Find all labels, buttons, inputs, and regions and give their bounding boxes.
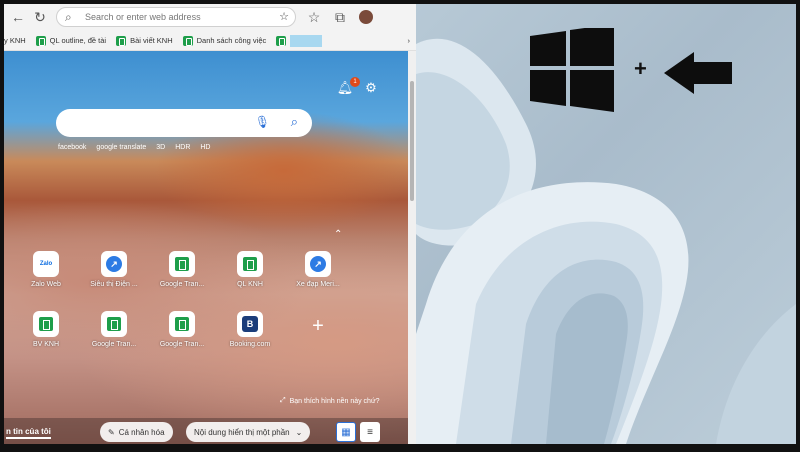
sheets-icon (237, 251, 263, 277)
quick-link-label: Zalo Web (31, 281, 61, 288)
sheets-icon (182, 35, 193, 46)
settings-icon[interactable]: ⚙ (362, 79, 380, 97)
sheets-icon (35, 35, 46, 46)
quick-link-tile[interactable]: Zalo Zalo Web (18, 251, 74, 301)
browser-toolbar: ← ↻ ⌕ Search or enter web address ☆ ☆ ⧉ (4, 4, 416, 30)
new-tab-page: 🔔︎ 1 ⚙ 🎙︎ ⌕ facebook google translate 3D… (4, 51, 416, 444)
left-arrow-icon (664, 52, 732, 94)
search-suggestions: facebook google translate 3D HDR HD (58, 144, 211, 151)
profile-avatar[interactable] (356, 7, 376, 27)
search-icon: ⌕ (65, 9, 72, 24)
bike-icon: ↗ (305, 251, 331, 277)
suggestion-link[interactable]: HDR (175, 144, 190, 151)
web-search-box[interactable]: 🎙︎ ⌕ (56, 109, 312, 137)
bookmarks-bar: y KNH QL outline, đề tài Bài viết KNH Da… (4, 31, 416, 51)
add-quick-link-button[interactable]: + (290, 313, 346, 363)
bookmark-item[interactable]: Danh sách công việc (182, 35, 267, 46)
back-icon[interactable]: ← (8, 7, 28, 27)
add-favorite-icon[interactable]: ☆ (279, 10, 289, 23)
quick-link-tile[interactable]: QL KNH (222, 251, 278, 301)
personalize-button[interactable]: ✎ Cá nhân hóa (100, 422, 173, 442)
bookmark-item[interactable]: Bài viết KNH (116, 35, 173, 46)
favorites-icon[interactable]: ☆ (304, 7, 324, 27)
quick-link-tile[interactable]: ↗ Xe đạp Meri... (290, 251, 346, 301)
suggestion-link[interactable]: HD (200, 144, 210, 151)
quick-link-label: Xe đạp Meri... (296, 281, 340, 288)
sheets-icon (169, 251, 195, 277)
quick-link-label: Google Tran... (159, 281, 205, 288)
bookmark-label: y KNH (4, 36, 26, 45)
quick-link-label: BV KNH (32, 341, 60, 348)
bookmark-label: QL outline, đề tài (49, 36, 107, 45)
list-view-icon[interactable]: ≡ (360, 422, 380, 442)
bookmark-item[interactable]: QL outline, đề tài (35, 35, 107, 46)
sheets-icon (169, 311, 195, 337)
bike-icon: ↗ (101, 251, 127, 277)
bookmark-item[interactable] (276, 34, 326, 47)
quick-link-tile[interactable]: ↗ Siêu thị Điện ... (86, 251, 142, 301)
quick-link-label: Google Tran... (159, 341, 205, 348)
chevron-up-icon[interactable]: ⌃ (334, 229, 342, 240)
address-bar[interactable]: ⌕ Search or enter web address ☆ (56, 7, 296, 27)
desktop-wallpaper: + (416, 4, 796, 444)
windows-logo-icon (530, 28, 614, 112)
personalize-label: Cá nhân hóa (118, 427, 165, 437)
chevron-down-icon: ⌄ (295, 427, 303, 437)
suggestion-link[interactable]: google translate (96, 144, 146, 151)
browser-window: ← ↻ ⌕ Search or enter web address ☆ ☆ ⧉ … (4, 4, 416, 444)
refresh-icon[interactable]: ↻ (30, 7, 50, 27)
pencil-icon: ✎ (108, 427, 115, 437)
scrollbar-thumb[interactable] (410, 81, 414, 201)
quick-link-tile[interactable]: B Booking.com (222, 311, 278, 361)
plus-sign: + (634, 56, 647, 81)
wallpaper-feedback-text: Bạn thích hình nền này chứ? (289, 397, 380, 405)
search-icon[interactable]: ⌕ (291, 114, 298, 130)
sheets-icon (116, 35, 127, 46)
collections-icon[interactable]: ⧉ (330, 7, 350, 27)
content-visibility-dropdown[interactable]: Nội dung hiển thị một phần ⌄ (186, 422, 311, 442)
sheets-icon (33, 311, 59, 337)
notification-badge: 1 (350, 77, 360, 87)
bookmark-label: Bài viết KNH (130, 36, 173, 45)
microphone-icon[interactable]: 🎙︎ (255, 115, 270, 129)
booking-icon: B (237, 311, 263, 337)
bookmark-item[interactable]: y KNH (4, 36, 26, 45)
quick-link-tile[interactable]: Google Tran... (154, 251, 210, 301)
bookmark-label: Danh sách công việc (196, 36, 267, 45)
quick-link-tile[interactable]: Google Tran... (154, 311, 210, 361)
expand-icon: ⤢ (280, 397, 286, 404)
quick-link-tile[interactable]: BV KNH (18, 311, 74, 361)
sheets-icon (276, 35, 287, 46)
screen: ← ↻ ⌕ Search or enter web address ☆ ☆ ⧉ … (0, 0, 800, 452)
address-placeholder: Search or enter web address (85, 12, 201, 22)
plus-icon: + (312, 314, 324, 337)
sheets-icon (101, 311, 127, 337)
page-scrollbar[interactable] (408, 51, 416, 444)
quick-link-label: QL KNH (237, 281, 263, 288)
feed-bar: n tin của tôi ✎ Cá nhân hóa Nội dung hiể… (4, 418, 408, 444)
grid-view-icon[interactable]: ▦ (336, 422, 356, 442)
wallpaper-feedback[interactable]: ⤢ Bạn thích hình nền này chứ? (280, 397, 380, 405)
tab-my-feed[interactable]: n tin của tôi (6, 427, 51, 439)
zalo-icon: Zalo (33, 251, 59, 277)
suggestion-link[interactable]: facebook (58, 144, 86, 151)
suggestion-link[interactable]: 3D (156, 144, 165, 151)
quick-link-tile[interactable]: Google Tran... (86, 311, 142, 361)
bookmarks-more-icon[interactable]: › (408, 36, 411, 45)
quick-link-label: Siêu thị Điện ... (90, 281, 138, 288)
content-visibility-label: Nội dung hiển thị một phần (194, 427, 290, 437)
quick-link-label: Google Tran... (91, 341, 137, 348)
quick-link-label: Booking.com (229, 341, 271, 348)
redacted-bookmark (290, 34, 323, 47)
